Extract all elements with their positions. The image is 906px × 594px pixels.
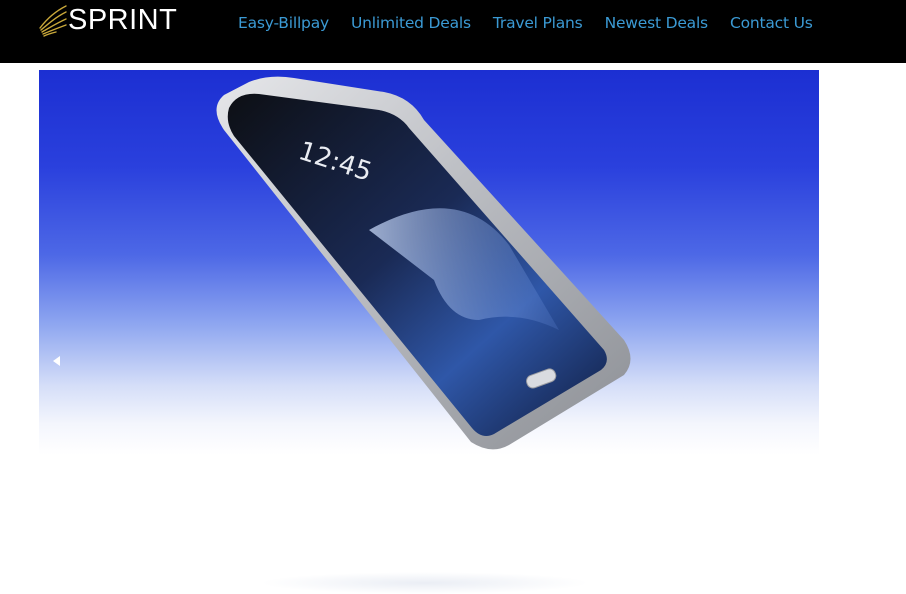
logo-text: SPRINT <box>68 4 178 36</box>
nav-contact-us[interactable]: Contact Us <box>730 13 813 33</box>
main-nav: Easy-Billpay Unlimited Deals Travel Plan… <box>238 13 813 33</box>
nav-easy-billpay[interactable]: Easy-Billpay <box>238 13 329 33</box>
galaxy-phone-image: 12:45 <box>216 76 631 450</box>
hero-slider: 12:45 <box>39 70 819 455</box>
phone-reflection <box>260 572 590 594</box>
sprint-logo[interactable]: SPRINT <box>38 0 177 40</box>
nav-newest-deals[interactable]: Newest Deals <box>605 13 709 33</box>
nav-unlimited-deals[interactable]: Unlimited Deals <box>351 13 471 33</box>
top-navbar: SPRINT Easy-Billpay Unlimited Deals Trav… <box>0 0 906 63</box>
left-triangle-icon[interactable] <box>52 355 62 367</box>
nav-travel-plans[interactable]: Travel Plans <box>493 13 583 33</box>
sprint-swoosh-icon <box>39 5 67 37</box>
